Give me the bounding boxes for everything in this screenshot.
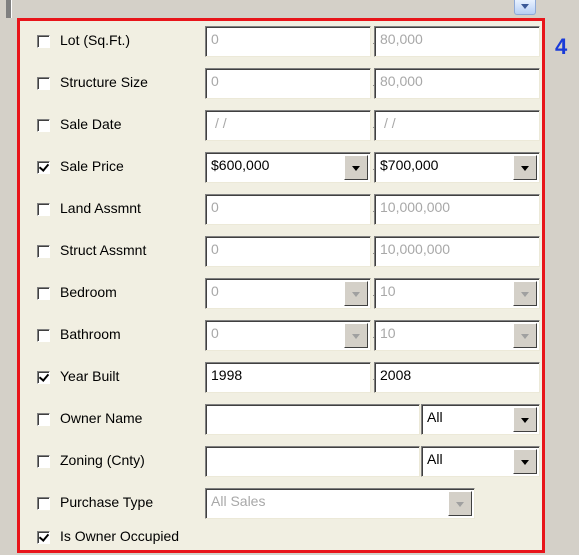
owner-occupied-checkbox[interactable] — [37, 531, 50, 544]
chevron-down-icon[interactable] — [513, 449, 537, 474]
criteria-row-bedroom: Bedroom 0 - 10 — [20, 273, 545, 315]
year-built-to-input[interactable]: 2008 — [374, 362, 540, 393]
struct-assmnt-label: Struct Assmnt — [60, 242, 147, 258]
lot-to-input[interactable]: 80,000 — [374, 26, 540, 57]
criteria-row-bathroom: Bathroom 0 - 10 — [20, 315, 545, 357]
land-assmnt-to-input[interactable]: 10,000,000 — [374, 194, 540, 225]
year-built-from-input[interactable]: 1998 — [205, 362, 371, 393]
chevron-down-icon[interactable] — [344, 323, 368, 348]
sale-price-to-select[interactable]: $700,000 — [374, 152, 540, 183]
purchase-type-checkbox[interactable] — [37, 497, 50, 510]
sale-date-to-input[interactable]: / / — [374, 110, 540, 141]
splitter-bar[interactable] — [6, 0, 12, 18]
criteria-row-owner-occupied: Is Owner Occupied — [20, 521, 545, 553]
owner-occupied-label: Is Owner Occupied — [60, 528, 180, 544]
bedroom-from-select[interactable]: 0 — [205, 278, 371, 309]
lot-from-input[interactable]: 0 — [205, 26, 371, 57]
zoning-match-select[interactable]: All — [421, 446, 540, 477]
bathroom-to-select[interactable]: 10 — [374, 320, 540, 351]
top-strip — [0, 0, 579, 18]
bathroom-checkbox[interactable] — [37, 329, 50, 342]
criteria-row-purchase-type: Purchase Type All Sales — [20, 483, 545, 525]
sale-price-label: Sale Price — [60, 158, 124, 174]
sale-date-checkbox[interactable] — [37, 119, 50, 132]
structure-size-from-input[interactable]: 0 — [205, 68, 371, 99]
structure-size-checkbox[interactable] — [37, 77, 50, 90]
zoning-label: Zoning (Cnty) — [60, 452, 145, 468]
struct-assmnt-to-input[interactable]: 10,000,000 — [374, 236, 540, 267]
struct-assmnt-checkbox[interactable] — [37, 245, 50, 258]
bedroom-to-select[interactable]: 10 — [374, 278, 540, 309]
land-assmnt-from-input[interactable]: 0 — [205, 194, 371, 225]
owner-name-checkbox[interactable] — [37, 413, 50, 426]
search-criteria-panel: Lot (Sq.Ft.) 0 - 80,000 Structure Size 0… — [17, 18, 545, 553]
chevron-down-icon[interactable] — [344, 155, 368, 180]
sale-date-label: Sale Date — [60, 116, 122, 132]
chevron-down-icon[interactable] — [513, 323, 537, 348]
chevron-down-icon[interactable] — [344, 281, 368, 306]
land-assmnt-label: Land Assmnt — [60, 200, 141, 216]
chevron-down-icon[interactable] — [513, 407, 537, 432]
scroll-down-icon[interactable] — [514, 0, 536, 15]
criteria-row-sale-price: Sale Price $600,000 - $700,000 — [20, 147, 545, 189]
year-built-label: Year Built — [60, 368, 120, 384]
criteria-row-land-assmnt: Land Assmnt 0 - 10,000,000 — [20, 189, 545, 231]
lot-label: Lot (Sq.Ft.) — [60, 32, 131, 48]
criteria-row-owner-name: Owner Name All — [20, 399, 545, 441]
zoning-input[interactable] — [205, 446, 420, 477]
criteria-row-lot: Lot (Sq.Ft.) 0 - 80,000 — [20, 21, 545, 63]
criteria-row-year-built: Year Built 1998 - 2008 — [20, 357, 545, 399]
struct-assmnt-from-input[interactable]: 0 — [205, 236, 371, 267]
section-number: 4 — [555, 34, 568, 59]
zoning-checkbox[interactable] — [37, 455, 50, 468]
purchase-type-select[interactable]: All Sales — [205, 488, 475, 519]
sale-price-from-select[interactable]: $600,000 — [205, 152, 371, 183]
owner-name-input[interactable] — [205, 404, 420, 435]
criteria-row-structure-size: Structure Size 0 - 80,000 — [20, 63, 545, 105]
year-built-checkbox[interactable] — [37, 371, 50, 384]
structure-size-to-input[interactable]: 80,000 — [374, 68, 540, 99]
owner-name-match-select[interactable]: All — [421, 404, 540, 435]
sale-date-from-input[interactable]: / / — [205, 110, 371, 141]
bathroom-from-select[interactable]: 0 — [205, 320, 371, 351]
lot-checkbox[interactable] — [37, 35, 50, 48]
criteria-row-zoning: Zoning (Cnty) All — [20, 441, 545, 483]
owner-name-label: Owner Name — [60, 410, 143, 426]
bedroom-checkbox[interactable] — [37, 287, 50, 300]
right-panel — [545, 18, 579, 555]
chevron-down-icon[interactable] — [448, 491, 472, 516]
land-assmnt-checkbox[interactable] — [37, 203, 50, 216]
chevron-down-icon[interactable] — [513, 155, 537, 180]
sale-price-checkbox[interactable] — [37, 161, 50, 174]
criteria-row-struct-assmnt: Struct Assmnt 0 - 10,000,000 — [20, 231, 545, 273]
structure-size-label: Structure Size — [60, 74, 148, 90]
bathroom-label: Bathroom — [60, 326, 121, 342]
bedroom-label: Bedroom — [60, 284, 117, 300]
criteria-row-sale-date: Sale Date / / - / / — [20, 105, 545, 147]
purchase-type-label: Purchase Type — [60, 494, 154, 510]
chevron-down-icon[interactable] — [513, 281, 537, 306]
